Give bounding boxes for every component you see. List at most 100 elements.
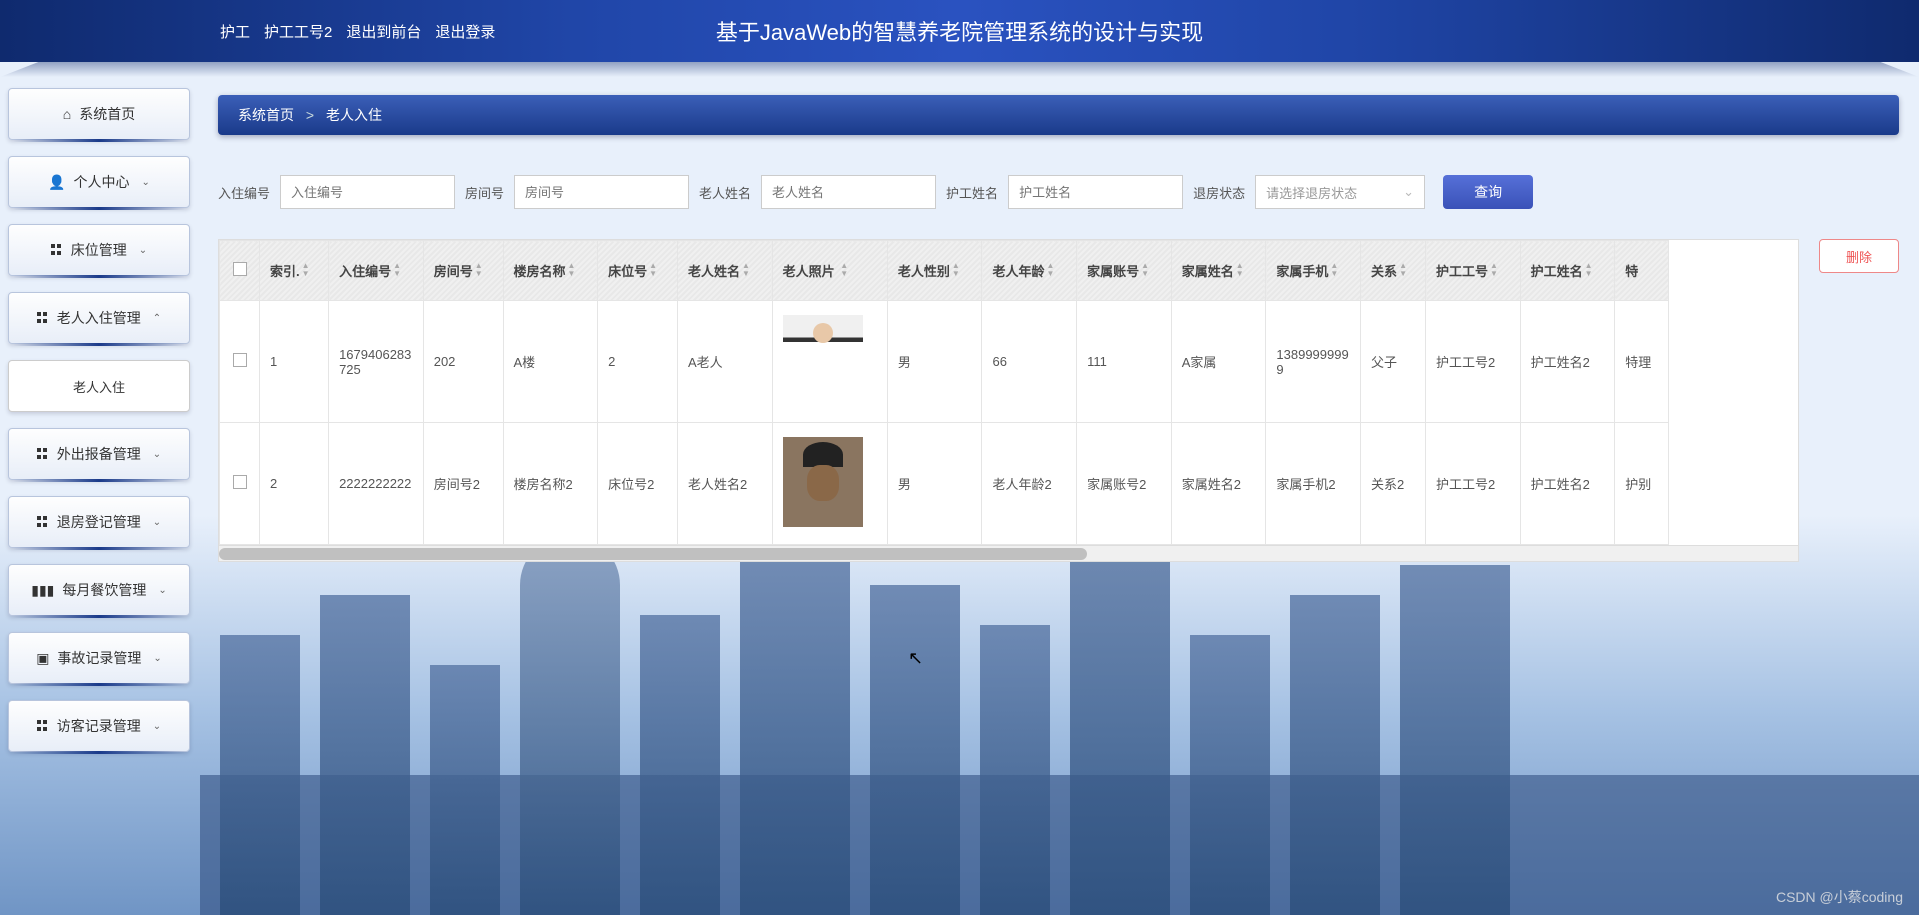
cell-nurseid: 护工工号2: [1426, 301, 1521, 423]
sort-icon: ▲▼: [840, 262, 848, 278]
col-famacc[interactable]: 家属账号▲▼: [1077, 241, 1172, 301]
cell-nursename: 护工姓名2: [1520, 423, 1615, 545]
chevron-down-icon: ⌄: [142, 177, 150, 188]
cell-bed: 床位号2: [598, 423, 678, 545]
table-header-row: 索引.▲▼ 入住编号▲▼ 房间号▲▼ 楼房名称▲▼ 床位号▲▼ 老人姓名▲▼ 老…: [220, 241, 1669, 301]
col-famname[interactable]: 家属姓名▲▼: [1171, 241, 1266, 301]
grid-icon: [37, 516, 49, 528]
cursor-icon: ↖: [908, 648, 923, 669]
sort-icon: ▲▼: [568, 262, 576, 278]
sidebar-label: 老人入住管理: [57, 308, 141, 328]
sidebar-label: 退房登记管理: [57, 512, 141, 532]
row-checkbox[interactable]: [233, 353, 247, 367]
search-input-room[interactable]: [514, 175, 689, 209]
header-select-all[interactable]: [220, 241, 260, 301]
sort-icon: ▲▼: [302, 262, 310, 278]
search-label-status: 退房状态: [1193, 183, 1245, 202]
sidebar-item-checkout[interactable]: 退房登记管理 ⌄: [8, 496, 190, 548]
cell-age: 66: [982, 301, 1077, 423]
sidebar-item-visitor[interactable]: 访客记录管理 ⌄: [8, 700, 190, 752]
col-gender[interactable]: 老人性别▲▼: [887, 241, 982, 301]
cell-code: 2222222222: [329, 423, 424, 545]
col-famphone[interactable]: 家属手机▲▼: [1266, 241, 1361, 301]
col-building[interactable]: 楼房名称▲▼: [503, 241, 598, 301]
col-name[interactable]: 老人姓名▲▼: [677, 241, 772, 301]
col-room[interactable]: 房间号▲▼: [423, 241, 503, 301]
elderly-photo: [783, 315, 863, 405]
chevron-down-icon: ⌄: [139, 245, 147, 256]
col-relation[interactable]: 关系▲▼: [1361, 241, 1426, 301]
cell-code: 1679406283725: [329, 301, 424, 423]
logout-frontend-link[interactable]: 退出到前台: [346, 21, 421, 42]
sidebar-item-meal[interactable]: ▮▮▮ 每月餐饮管理 ⌄: [8, 564, 190, 616]
search-select-status[interactable]: 请选择退房状态 ⌄: [1255, 175, 1425, 209]
sidebar-item-home[interactable]: ⌂ 系统首页: [8, 88, 190, 140]
horizontal-scrollbar[interactable]: [219, 545, 1798, 561]
cell-index: 1: [260, 301, 329, 423]
sidebar-label: 个人中心: [74, 172, 130, 192]
search-input-nurse[interactable]: [1008, 175, 1183, 209]
breadcrumb-current: 老人入住: [326, 107, 382, 123]
cell-name: A老人: [677, 301, 772, 423]
search-label-code: 入住编号: [218, 183, 270, 202]
col-nursename[interactable]: 护工姓名▲▼: [1520, 241, 1615, 301]
grid-icon: [37, 312, 49, 324]
cell-relation: 父子: [1361, 301, 1426, 423]
scrollbar-thumb[interactable]: [219, 548, 1087, 560]
logout-link[interactable]: 退出登录: [435, 21, 495, 42]
sidebar-subitem-elderly-checkin[interactable]: 老人入住: [8, 360, 190, 412]
sidebar-label: 老人入住: [73, 377, 125, 396]
breadcrumb-separator: >: [306, 107, 314, 123]
cell-famacc: 家属账号2: [1077, 423, 1172, 545]
cell-gender: 男: [887, 423, 982, 545]
main-content: 系统首页 > 老人入住 入住编号 房间号 老人姓名 护工姓名 退房状态 请选择退…: [218, 95, 1899, 562]
col-photo[interactable]: 老人照片 ▲▼: [772, 241, 887, 301]
cell-room: 房间号2: [423, 423, 503, 545]
checkbox-icon[interactable]: [233, 262, 247, 276]
col-index[interactable]: 索引.▲▼: [260, 241, 329, 301]
sidebar-label: 床位管理: [71, 240, 127, 260]
search-input-code[interactable]: [280, 175, 455, 209]
table-row[interactable]: 1 1679406283725 202 A楼 2 A老人 男 66 111 A家…: [220, 301, 1669, 423]
sidebar-item-outreport[interactable]: 外出报备管理 ⌄: [8, 428, 190, 480]
select-placeholder: 请选择退房状态: [1266, 183, 1357, 202]
col-extra[interactable]: 特: [1615, 241, 1669, 301]
delete-button[interactable]: 删除: [1819, 239, 1899, 273]
cell-index: 2: [260, 423, 329, 545]
cell-nurseid: 护工工号2: [1426, 423, 1521, 545]
cell-age: 老人年龄2: [982, 423, 1077, 545]
sidebar-item-checkin[interactable]: 老人入住管理 ⌃: [8, 292, 190, 344]
col-bed[interactable]: 床位号▲▼: [598, 241, 678, 301]
cell-room: 202: [423, 301, 503, 423]
search-input-name[interactable]: [761, 175, 936, 209]
cell-building: 楼房名称2: [503, 423, 598, 545]
col-code[interactable]: 入住编号▲▼: [329, 241, 424, 301]
chevron-down-icon: ⌄: [153, 721, 161, 732]
cell-famname: A家属: [1171, 301, 1266, 423]
sort-icon: ▲▼: [1330, 262, 1338, 278]
table-row[interactable]: 2 2222222222 房间号2 楼房名称2 床位号2 老人姓名2 男 老人年…: [220, 423, 1669, 545]
sidebar-item-profile[interactable]: 👤 个人中心 ⌄: [8, 156, 190, 208]
sidebar-item-bed[interactable]: 床位管理 ⌄: [8, 224, 190, 276]
grid-icon: [37, 448, 49, 460]
query-button[interactable]: 查询: [1443, 175, 1533, 209]
data-table-container: 索引.▲▼ 入住编号▲▼ 房间号▲▼ 楼房名称▲▼ 床位号▲▼ 老人姓名▲▼ 老…: [218, 239, 1799, 562]
sort-icon: ▲▼: [1399, 262, 1407, 278]
sort-icon: ▲▼: [1141, 262, 1149, 278]
breadcrumb-root[interactable]: 系统首页: [238, 107, 294, 123]
cell-relation: 关系2: [1361, 423, 1426, 545]
cell-name: 老人姓名2: [677, 423, 772, 545]
cell-famphone: 13899999999: [1266, 301, 1361, 423]
watermark: CSDN @小蔡coding: [1776, 887, 1903, 907]
sidebar-item-accident[interactable]: ▣ 事故记录管理 ⌄: [8, 632, 190, 684]
row-checkbox[interactable]: [233, 475, 247, 489]
cell-building: A楼: [503, 301, 598, 423]
col-age[interactable]: 老人年龄▲▼: [982, 241, 1077, 301]
user-role: 护工: [220, 21, 250, 42]
doc-icon: ▣: [36, 650, 49, 667]
elderly-photo: [783, 437, 863, 527]
search-label-nurse: 护工姓名: [946, 183, 998, 202]
cell-famphone: 家属手机2: [1266, 423, 1361, 545]
col-nurseid[interactable]: 护工工号▲▼: [1426, 241, 1521, 301]
breadcrumb: 系统首页 > 老人入住: [218, 95, 1899, 135]
